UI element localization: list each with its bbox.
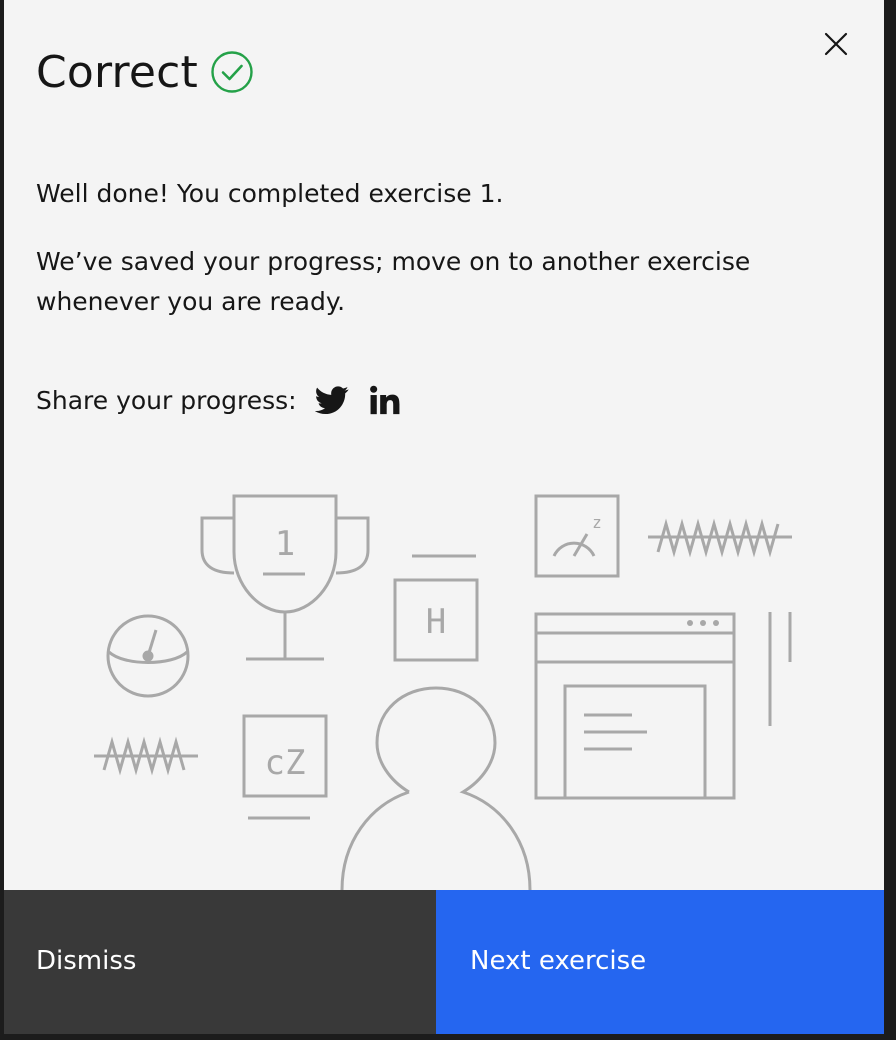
linkedin-icon[interactable] [367, 383, 401, 417]
gauge-letter: z [592, 513, 602, 532]
success-modal: Correct Well done! You completed exercis… [4, 0, 884, 1034]
checkmark-circle-icon [210, 50, 254, 94]
browser-window-icon [534, 612, 736, 800]
gauge-tile-icon [534, 494, 620, 578]
wave-small-icon [94, 736, 198, 776]
share-label: Share your progress: [36, 385, 297, 415]
share-row: Share your progress: [36, 378, 419, 422]
tile-cz-letters: cZ [265, 743, 306, 783]
trophy-icon [200, 494, 370, 661]
person-avatar-icon [340, 686, 532, 890]
wave-icon [648, 518, 792, 558]
achievement-illustration: 1 H cZ z [94, 494, 792, 890]
progress-message: We’ve saved your progress; move on to an… [36, 247, 751, 316]
modal-title: Correct [36, 46, 198, 98]
trophy-number: 1 [275, 524, 295, 564]
modal-header: Correct [36, 44, 254, 100]
dismiss-button[interactable]: Dismiss [4, 890, 436, 1034]
close-icon [824, 32, 848, 56]
close-button[interactable] [812, 24, 860, 64]
completion-message: Well done! You completed exercise 1. [36, 179, 504, 208]
next-exercise-button[interactable]: Next exercise [436, 890, 884, 1034]
twitter-icon[interactable] [314, 383, 349, 417]
tile-h-letter: H [426, 602, 446, 642]
